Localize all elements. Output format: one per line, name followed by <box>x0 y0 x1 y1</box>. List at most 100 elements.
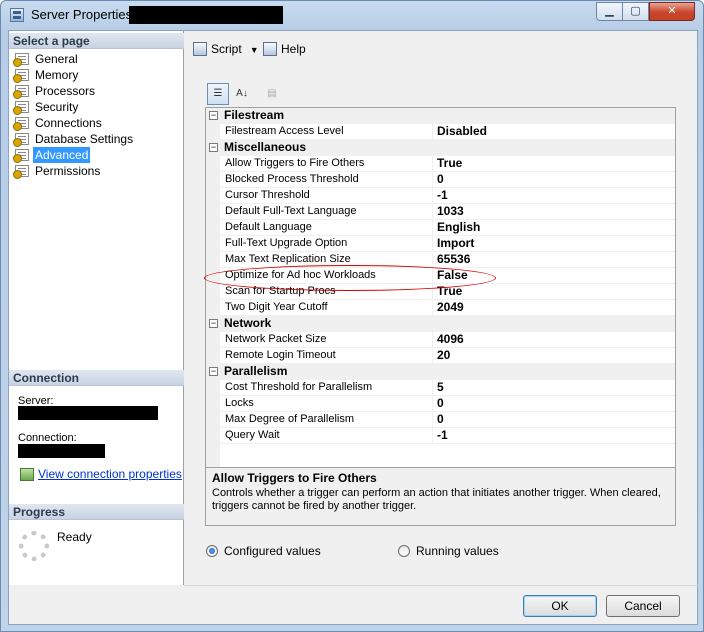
title-bar[interactable]: Server Properties - ▁ ▢ ✕ <box>1 1 703 29</box>
select-page-header: Select a page <box>9 33 184 49</box>
property-value[interactable]: 0 <box>433 172 675 188</box>
property-value[interactable]: Import <box>433 236 675 252</box>
script-dropdown-arrow-icon[interactable]: ▼ <box>250 42 259 58</box>
property-value[interactable]: 2049 <box>433 300 675 316</box>
property-row[interactable]: Two Digit Year Cutoff 2049 <box>206 300 675 316</box>
category-row-network[interactable]: − Network <box>206 316 675 332</box>
property-grid: − Filestream Filestream Access Level Disabl… <box>205 107 676 473</box>
ok-button[interactable]: OK <box>523 595 597 617</box>
property-name: Cost Threshold for Parallelism <box>220 380 433 396</box>
page-wrench-icon <box>13 117 29 131</box>
connection-label: Connection: <box>18 432 77 444</box>
category-row-filestream[interactable]: − Filestream <box>206 108 675 124</box>
property-row[interactable]: Optimize for Ad hoc Workloads False <box>206 268 675 284</box>
property-row[interactable]: Locks 0 <box>206 396 675 412</box>
page-item-label: Database Settings <box>35 132 134 146</box>
page-item-label: Processors <box>35 84 96 98</box>
page-item-label: Permissions <box>35 164 101 178</box>
description-panel: Allow Triggers to Fire Others Controls w… <box>205 467 676 526</box>
property-row[interactable]: Full-Text Upgrade Option Import <box>206 236 675 252</box>
property-value[interactable]: -1 <box>433 428 675 444</box>
running-values-radio[interactable]: Running values <box>398 544 499 558</box>
property-row[interactable]: Max Text Replication Size 65536 <box>206 252 675 268</box>
property-row[interactable]: Default Language English <box>206 220 675 236</box>
page-wrench-icon <box>13 101 29 115</box>
category-label: Filestream <box>224 108 285 122</box>
redacted-connection-value <box>18 444 105 458</box>
radio-unchecked-icon <box>398 545 410 557</box>
categorized-icon: ☰ <box>213 88 223 99</box>
property-row[interactable]: Default Full-Text Language 1033 <box>206 204 675 220</box>
property-value[interactable]: 1033 <box>433 204 675 220</box>
property-name: Default Language <box>220 220 433 236</box>
cancel-button[interactable]: Cancel <box>606 595 680 617</box>
alphabetical-button[interactable]: A↓ <box>231 83 253 105</box>
redacted-server-value <box>18 406 158 420</box>
page-item-security[interactable]: Security <box>13 99 183 115</box>
collapse-icon[interactable]: − <box>209 143 218 152</box>
property-name: Full-Text Upgrade Option <box>220 236 433 252</box>
property-value[interactable]: 0 <box>433 396 675 412</box>
page-item-permissions[interactable]: Permissions <box>13 163 183 179</box>
property-row[interactable]: Query Wait -1 <box>206 428 675 444</box>
property-value[interactable]: Disabled <box>433 124 675 140</box>
property-row[interactable]: Blocked Process Threshold 0 <box>206 172 675 188</box>
property-row[interactable]: Scan for Startup Procs True <box>206 284 675 300</box>
property-value[interactable]: 0 <box>433 412 675 428</box>
property-name: Allow Triggers to Fire Others <box>220 156 433 172</box>
property-value[interactable]: 65536 <box>433 252 675 268</box>
progress-status: Ready <box>57 530 92 544</box>
property-row[interactable]: Max Degree of Parallelism 0 <box>206 412 675 428</box>
property-row[interactable]: Network Packet Size 4096 <box>206 332 675 348</box>
close-button[interactable]: ✕ <box>649 2 695 21</box>
view-connection-properties-link[interactable]: View connection properties <box>38 467 182 481</box>
script-button[interactable]: Script ▼ <box>193 41 259 57</box>
property-name: Default Full-Text Language <box>220 204 433 220</box>
page-item-label: Advanced <box>33 147 91 163</box>
collapse-icon[interactable]: − <box>209 111 218 120</box>
property-name: Locks <box>220 396 433 412</box>
categorized-button[interactable]: ☰ <box>207 83 229 105</box>
page-wrench-icon <box>13 69 29 83</box>
property-value[interactable]: False <box>433 268 675 284</box>
progress-header: Progress <box>9 504 184 520</box>
page-item-advanced[interactable]: Advanced <box>13 147 183 163</box>
property-row[interactable]: Remote Login Timeout 20 <box>206 348 675 364</box>
page-item-memory[interactable]: Memory <box>13 67 183 83</box>
property-pages-button[interactable]: ▤ <box>261 83 283 105</box>
page-item-processors[interactable]: Processors <box>13 83 183 99</box>
property-value[interactable]: 20 <box>433 348 675 364</box>
category-label: Network <box>224 316 272 330</box>
category-row-parallelism[interactable]: − Parallelism <box>206 364 675 380</box>
page-wrench-icon <box>13 165 29 179</box>
property-value[interactable]: True <box>433 284 675 300</box>
property-name: Max Degree of Parallelism <box>220 412 433 428</box>
property-value[interactable]: -1 <box>433 188 675 204</box>
page-wrench-icon <box>13 133 29 147</box>
property-value[interactable]: English <box>433 220 675 236</box>
collapse-icon[interactable]: − <box>209 319 218 328</box>
collapse-icon[interactable]: − <box>209 367 218 376</box>
property-name: Cursor Threshold <box>220 188 433 204</box>
page-item-general[interactable]: General <box>13 51 183 67</box>
maximize-button[interactable]: ▢ <box>622 2 649 21</box>
connection-header: Connection <box>9 370 184 386</box>
configured-values-radio[interactable]: Configured values <box>206 544 321 558</box>
property-row[interactable]: Cost Threshold for Parallelism 5 <box>206 380 675 396</box>
property-value[interactable]: 5 <box>433 380 675 396</box>
property-value[interactable]: True <box>433 156 675 172</box>
az-sort-icon: A↓ <box>236 88 248 99</box>
page-wrench-icon <box>13 85 29 99</box>
category-row-miscellaneous[interactable]: − Miscellaneous <box>206 140 675 156</box>
property-value[interactable]: 4096 <box>433 332 675 348</box>
page-item-label: Connections <box>35 116 102 130</box>
property-row[interactable]: Allow Triggers to Fire Others True <box>206 156 675 172</box>
minimize-button[interactable]: ▁ <box>596 2 623 21</box>
property-name: Optimize for Ad hoc Workloads <box>220 268 433 284</box>
page-item-database-settings[interactable]: Database Settings <box>13 131 183 147</box>
help-button[interactable]: Help <box>263 41 306 57</box>
running-values-label: Running values <box>416 544 499 558</box>
page-item-connections[interactable]: Connections <box>13 115 183 131</box>
property-row[interactable]: Filestream Access Level Disabled <box>206 124 675 140</box>
property-row[interactable]: Cursor Threshold -1 <box>206 188 675 204</box>
